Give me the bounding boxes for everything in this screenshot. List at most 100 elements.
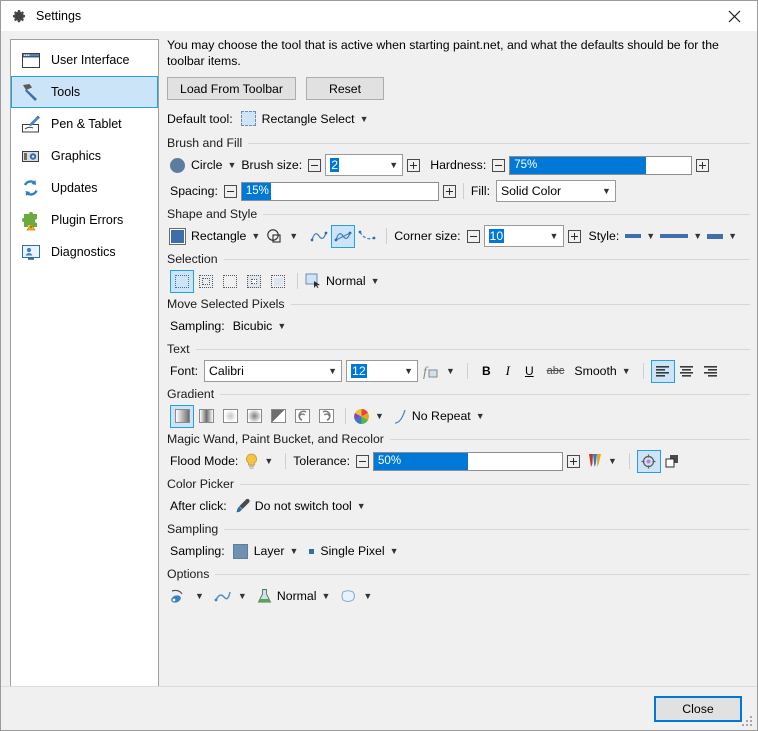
options-blend-value[interactable]: Normal [277, 589, 317, 603]
sidebar-item-pen-tablet[interactable]: Pen & Tablet [11, 108, 158, 140]
selection-xor-icon[interactable] [242, 270, 266, 293]
font-effects-dropdown-arrow[interactable]: ▼ [441, 366, 460, 376]
fill-combobox[interactable]: Solid Color ▼ [495, 180, 616, 202]
sidebar-item-graphics[interactable]: Graphics [11, 140, 158, 172]
load-from-toolbar-button[interactable]: Load From Toolbar [167, 77, 296, 100]
sidebar-item-user-interface[interactable]: User Interface [11, 44, 158, 76]
selection-quality-dropdown-arrow[interactable]: ▼ [366, 276, 385, 286]
selection-union-icon[interactable] [194, 270, 218, 293]
cloud-shape-icon[interactable] [339, 588, 358, 605]
font-effects-icon[interactable]: f [422, 363, 441, 380]
spacing-decrement[interactable] [223, 184, 237, 198]
gradient-conical-icon[interactable] [266, 405, 290, 428]
sampling-dropdown-arrow[interactable]: ▼ [284, 546, 303, 556]
cloud-shape-dropdown-arrow[interactable]: ▼ [358, 591, 377, 601]
shape-combine-icon[interactable] [265, 227, 284, 246]
style-thickness-dropdown[interactable]: ▼ [625, 231, 660, 241]
tolerance-increment[interactable] [567, 454, 581, 468]
sample-size-value[interactable]: Single Pixel [320, 544, 384, 558]
brush-shape-value[interactable]: Circle [191, 158, 222, 172]
move-sampling-dropdown-arrow[interactable]: ▼ [272, 321, 291, 331]
selection-replace-icon[interactable] [170, 269, 194, 293]
sidebar-item-plugin-errors[interactable]: Plugin Errors [11, 204, 158, 236]
crosshair-target-icon[interactable] [636, 449, 661, 473]
gradient-radial-icon[interactable] [242, 405, 266, 428]
gradient-channel-dropdown-arrow[interactable]: ▼ [370, 411, 389, 421]
brush-size-increment[interactable] [407, 158, 421, 172]
sampling-value[interactable]: Layer [254, 544, 285, 558]
gradient-repeat-value[interactable]: No Repeat [412, 409, 471, 423]
spline-curve-icon[interactable] [355, 225, 379, 248]
tolerance-decrement[interactable] [356, 454, 370, 468]
close-button[interactable]: Close [654, 696, 742, 722]
default-tool-value[interactable]: Rectangle Select [262, 112, 355, 126]
sidebar-item-tools[interactable]: Tools [11, 76, 158, 108]
spacing-slider[interactable]: 15% [240, 181, 439, 201]
spacing-increment[interactable] [442, 184, 456, 198]
sidebar-item-diagnostics[interactable]: Diagnostics [11, 236, 158, 268]
tolerance-slider[interactable]: 50% [373, 451, 564, 471]
sample-size-dropdown-arrow[interactable]: ▼ [385, 546, 404, 556]
options-blend-dropdown-arrow[interactable]: ▼ [316, 591, 335, 601]
bold-button[interactable]: B [475, 364, 498, 378]
flood-mode-dropdown-arrow[interactable]: ▼ [259, 456, 278, 466]
underline-button[interactable]: U [518, 364, 541, 378]
blend-dropdown-arrow[interactable]: ▼ [603, 456, 622, 466]
closed-curve-icon[interactable] [331, 224, 356, 248]
squiggle-icon[interactable] [213, 588, 233, 605]
font-combobox[interactable]: Calibri ▼ [204, 360, 343, 382]
shape-value[interactable]: Rectangle [191, 229, 246, 243]
shape-dropdown-arrow[interactable]: ▼ [246, 231, 265, 241]
lightbulb-icon[interactable] [244, 453, 259, 470]
brush-tail-dropdown-arrow[interactable]: ▼ [190, 591, 209, 601]
gradient-repeat-dropdown-arrow[interactable]: ▼ [471, 411, 490, 421]
tools-settings-panel: You may choose the tool that is active w… [167, 37, 750, 687]
default-tool-dropdown-arrow[interactable]: ▼ [355, 114, 374, 124]
gradient-spiral-alt-icon[interactable] [314, 405, 338, 428]
hardness-decrement[interactable] [492, 158, 506, 172]
hardness-increment[interactable] [696, 158, 710, 172]
pen-tablet-icon [22, 115, 40, 133]
move-sampling-value[interactable]: Bicubic [233, 319, 273, 333]
corner-size-decrement[interactable] [466, 229, 480, 243]
corner-size-increment[interactable] [567, 229, 581, 243]
corner-size-input[interactable]: 10 ▼ [483, 225, 564, 247]
selection-exclude-icon[interactable] [218, 270, 242, 293]
style-dash-dropdown[interactable]: ▼ [660, 231, 707, 241]
brush-tail-icon[interactable] [170, 588, 190, 605]
resize-grip-icon[interactable] [742, 716, 754, 728]
chevron-down-icon: ▼ [328, 366, 337, 376]
gradient-strip-icon[interactable] [588, 453, 603, 469]
after-click-dropdown-arrow[interactable]: ▼ [352, 501, 371, 511]
overlap-squares-icon[interactable] [661, 450, 685, 473]
gradient-linear-icon[interactable] [170, 404, 194, 428]
sidebar-item-updates[interactable]: Updates [11, 172, 158, 204]
brush-shape-dropdown-arrow[interactable]: ▼ [222, 160, 241, 170]
shape-combine-dropdown-arrow[interactable]: ▼ [284, 231, 303, 241]
brush-size-input[interactable]: 2 ▼ [325, 154, 404, 176]
text-antialias-dropdown-arrow[interactable]: ▼ [617, 366, 636, 376]
align-left-icon[interactable] [650, 359, 675, 383]
gradient-linear-reflected-icon[interactable] [194, 405, 218, 428]
eyedropper-icon [236, 498, 250, 513]
color-wheel-icon[interactable] [353, 408, 370, 425]
italic-button[interactable]: I [498, 363, 518, 379]
close-x-icon[interactable] [711, 1, 757, 31]
brush-size-decrement[interactable] [308, 158, 322, 172]
text-antialias-value[interactable]: Smooth [574, 364, 616, 378]
after-click-value[interactable]: Do not switch tool [255, 499, 352, 513]
gradient-spiral-icon[interactable] [290, 405, 314, 428]
font-size-combobox[interactable]: 12 ▼ [346, 360, 419, 382]
selection-intersect-icon[interactable] [266, 270, 290, 293]
selection-quality-value[interactable]: Normal [326, 274, 366, 288]
align-center-icon[interactable] [675, 360, 699, 383]
open-curve-icon[interactable] [307, 225, 331, 248]
align-right-icon[interactable] [699, 360, 723, 383]
hardness-slider[interactable]: 75% [509, 155, 693, 175]
sampling-label: Sampling: [170, 544, 225, 558]
style-cap-dropdown[interactable]: ▼ [707, 231, 742, 241]
squiggle-dropdown-arrow[interactable]: ▼ [233, 591, 252, 601]
gradient-diamond-icon[interactable] [218, 405, 242, 428]
reset-button[interactable]: Reset [306, 77, 384, 100]
strikethrough-button[interactable]: abc [541, 365, 571, 377]
